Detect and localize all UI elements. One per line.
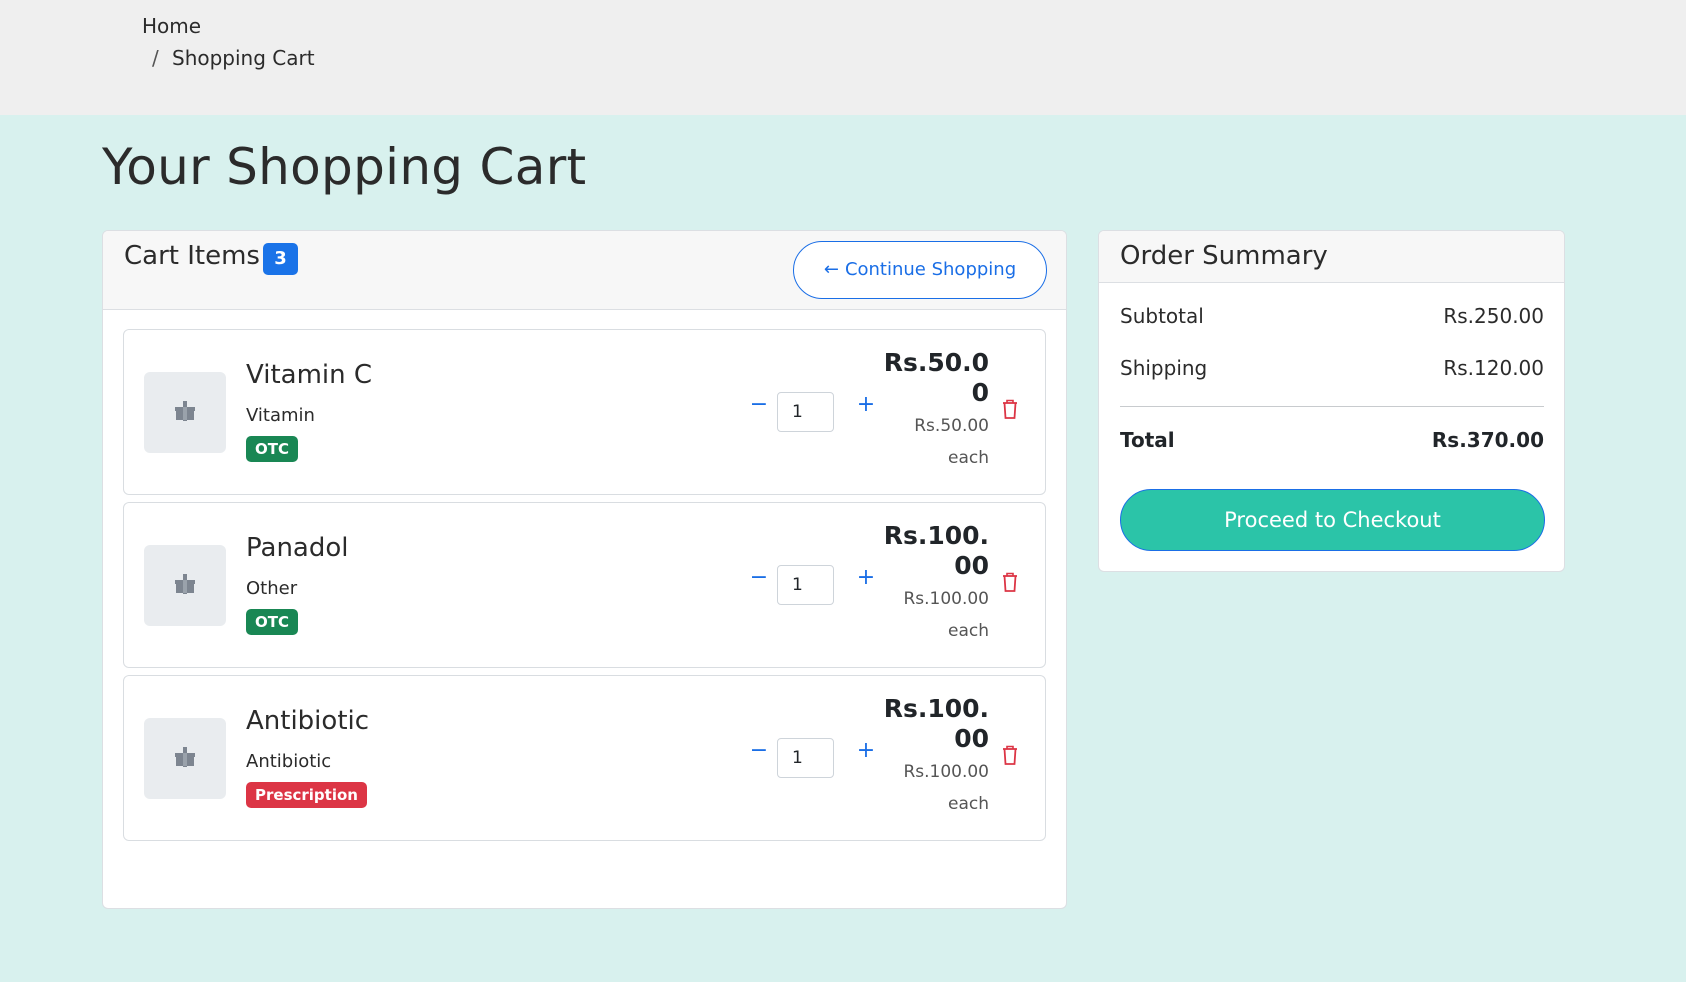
price-block: Rs.100.00 Rs.100.00 each bbox=[869, 694, 989, 820]
unit-price-value: Rs.100.00 bbox=[903, 589, 989, 609]
total-label: Total bbox=[1120, 428, 1175, 452]
cart-title: Cart Items bbox=[124, 241, 260, 271]
price-block: Rs.50.00 Rs.50.00 each bbox=[869, 348, 989, 474]
summary-header: Order Summary bbox=[1099, 231, 1564, 283]
quantity-input[interactable] bbox=[777, 738, 834, 778]
cart-item: Vitamin C Vitamin OTC − + Rs.50.00 Rs.50… bbox=[123, 329, 1046, 495]
shipping-label: Shipping bbox=[1120, 356, 1208, 380]
item-unit-price: Rs.50.00 each bbox=[869, 410, 989, 474]
breadcrumb: Home / Shopping Cart bbox=[0, 0, 1686, 115]
item-total-price: Rs.100.00 bbox=[883, 521, 989, 580]
otc-badge: OTC bbox=[246, 609, 298, 635]
product-image-placeholder bbox=[144, 718, 226, 799]
product-image-placeholder bbox=[144, 372, 226, 453]
decrease-quantity-button[interactable]: − bbox=[747, 567, 771, 591]
decrease-quantity-button[interactable]: − bbox=[747, 740, 771, 764]
item-name[interactable]: Panadol bbox=[246, 533, 349, 563]
box-icon bbox=[175, 401, 195, 421]
item-total-price: Rs.50.00 bbox=[883, 348, 989, 407]
otc-badge: OTC bbox=[246, 436, 298, 462]
subtotal-label: Subtotal bbox=[1120, 304, 1204, 328]
continue-shopping-button[interactable]: ← Continue Shopping bbox=[793, 241, 1047, 299]
cart-items-card: Cart Items 3 ← Continue Shopping Vitamin … bbox=[102, 230, 1067, 909]
trash-icon[interactable] bbox=[1000, 571, 1020, 593]
total-value: Rs.370.00 bbox=[1431, 428, 1544, 452]
item-name[interactable]: Antibiotic bbox=[246, 706, 369, 736]
item-unit-price: Rs.100.00 each bbox=[869, 583, 989, 647]
shipping-value: Rs.120.00 bbox=[1443, 356, 1544, 380]
unit-price-each: each bbox=[948, 794, 989, 814]
item-category: Vitamin bbox=[246, 405, 315, 426]
cart-count-badge: 3 bbox=[263, 243, 298, 275]
subtotal-value: Rs.250.00 bbox=[1443, 304, 1544, 328]
cart-item: Panadol Other OTC − + Rs.100.00 Rs.100.0… bbox=[123, 502, 1046, 668]
arrow-left-icon: ← bbox=[823, 259, 839, 280]
trash-icon[interactable] bbox=[1000, 398, 1020, 420]
summary-divider bbox=[1120, 406, 1544, 407]
proceed-to-checkout-button[interactable]: Proceed to Checkout bbox=[1120, 489, 1545, 551]
item-category: Antibiotic bbox=[246, 751, 332, 772]
box-icon bbox=[175, 574, 195, 594]
item-category: Other bbox=[246, 578, 298, 599]
box-icon bbox=[175, 747, 195, 767]
continue-shopping-label: Continue Shopping bbox=[844, 259, 1017, 280]
product-image-placeholder bbox=[144, 545, 226, 626]
prescription-badge: Prescription bbox=[246, 782, 367, 808]
page-title: Your Shopping Cart bbox=[102, 138, 587, 196]
trash-icon[interactable] bbox=[1000, 744, 1020, 766]
cart-item: Antibiotic Antibiotic Prescription − + R… bbox=[123, 675, 1046, 841]
breadcrumb-separator: / bbox=[152, 46, 159, 70]
unit-price-each: each bbox=[948, 448, 989, 468]
item-name[interactable]: Vitamin C bbox=[246, 360, 372, 390]
price-block: Rs.100.00 Rs.100.00 each bbox=[869, 521, 989, 647]
decrease-quantity-button[interactable]: − bbox=[747, 394, 771, 418]
cart-header: Cart Items 3 ← Continue Shopping bbox=[103, 231, 1066, 310]
order-summary-card: Order Summary Subtotal Rs.250.00 Shippin… bbox=[1098, 230, 1565, 572]
breadcrumb-home-link[interactable]: Home bbox=[142, 14, 201, 38]
summary-title: Order Summary bbox=[1120, 241, 1328, 271]
breadcrumb-current: Shopping Cart bbox=[172, 46, 315, 70]
unit-price-each: each bbox=[948, 621, 989, 641]
unit-price-value: Rs.100.00 bbox=[903, 762, 989, 782]
quantity-input[interactable] bbox=[777, 392, 834, 432]
item-unit-price: Rs.100.00 each bbox=[869, 756, 989, 820]
item-total-price: Rs.100.00 bbox=[883, 694, 989, 753]
quantity-input[interactable] bbox=[777, 565, 834, 605]
unit-price-value: Rs.50.00 bbox=[914, 416, 989, 436]
